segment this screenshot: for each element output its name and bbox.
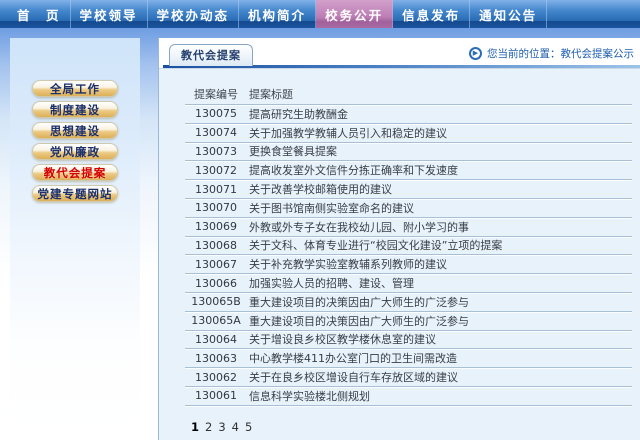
page-number-4[interactable]: 4 <box>232 420 239 434</box>
proposal-title: 外教或外专子女在我校幼儿园、附小学习的事 <box>247 219 469 235</box>
proposal-id: 130064 <box>185 333 247 346</box>
proposal-id: 130063 <box>185 352 247 365</box>
proposal-id: 130065B <box>185 295 247 308</box>
proposal-table-panel: 提案编号 提案标题 130075提高研究生助教酬金130074关于加强教学教辅人… <box>159 68 640 440</box>
table-row[interactable]: 130069外教或外专子女在我校幼儿园、附小学习的事 <box>185 218 632 237</box>
nav-item-1[interactable]: 首 页 <box>8 0 71 28</box>
nav-item-7[interactable]: 通知公告 <box>470 0 547 28</box>
table-row[interactable]: 130072提高收发室外文信件分拣正确率和下发速度 <box>185 161 632 180</box>
proposal-title: 关于在良乡校区增设自行车存放区域的建议 <box>247 369 458 385</box>
sidebar-button-1[interactable]: 全局工作 <box>32 80 118 97</box>
proposal-title: 中心教学楼411办公室门口的卫生间需改造 <box>247 350 457 366</box>
proposal-id: 130067 <box>185 258 247 271</box>
proposal-table: 提案编号 提案标题 130075提高研究生助教酬金130074关于加强教学教辅人… <box>185 84 632 406</box>
sidebar-button-2[interactable]: 制度建设 <box>32 101 118 118</box>
table-row[interactable]: 130065A重大建设项目的决策因由广大师生的广泛参与 <box>185 312 632 331</box>
pagination: 12345 <box>191 420 640 434</box>
proposal-title: 提高研究生助教酬金 <box>247 106 348 122</box>
proposal-id: 130065A <box>185 314 247 327</box>
sidebar-button-3[interactable]: 思想建设 <box>32 122 118 139</box>
proposal-title: 关于加强教学教辅人员引入和稳定的建议 <box>247 125 447 141</box>
tab-proposal-list[interactable]: 教代会提案 <box>169 44 253 66</box>
proposal-title: 关于图书馆南侧实验室命名的建议 <box>247 200 414 216</box>
proposal-id: 130072 <box>185 164 247 177</box>
page-number-1[interactable]: 1 <box>191 420 199 434</box>
proposal-title: 重大建设项目的决策因由广大师生的广泛参与 <box>247 294 469 310</box>
table-row[interactable]: 130074关于加强教学教辅人员引入和稳定的建议 <box>185 124 632 143</box>
table-row[interactable]: 130067关于补充教学实验室教辅系列教师的建议 <box>185 255 632 274</box>
table-row[interactable]: 130073更换食堂餐具提案 <box>185 143 632 162</box>
proposal-title: 关于增设良乡校区教学楼休息室的建议 <box>247 331 436 347</box>
proposal-title: 关于改善学校邮箱使用的建议 <box>247 181 392 197</box>
column-header-proposal-title: 提案标题 <box>247 86 293 102</box>
sidebar-button-6[interactable]: 党建专题网站 <box>32 185 118 202</box>
page-number-5[interactable]: 5 <box>245 420 252 434</box>
table-row[interactable]: 130068关于文科、体育专业进行“校园文化建设”立项的提案 <box>185 237 632 256</box>
nav-item-4[interactable]: 机构简介 <box>239 0 316 28</box>
nav-item-5[interactable]: 校务公开 <box>316 0 393 28</box>
proposal-id: 130069 <box>185 220 247 233</box>
proposal-id: 130062 <box>185 371 247 384</box>
proposal-id: 130074 <box>185 126 247 139</box>
sidebar: 全局工作制度建设思想建设党风廉政教代会提案党建专题网站 <box>10 38 140 434</box>
table-header-row: 提案编号 提案标题 <box>185 84 632 105</box>
table-row[interactable]: 130066加强实验人员的招聘、建设、管理 <box>185 274 632 293</box>
table-row[interactable]: 130064关于增设良乡校区教学楼休息室的建议 <box>185 331 632 350</box>
sidebar-button-5[interactable]: 教代会提案 <box>32 164 118 181</box>
table-row[interactable]: 130063中心教学楼411办公室门口的卫生间需改造 <box>185 349 632 368</box>
proposal-title: 提高收发室外文信件分拣正确率和下发速度 <box>247 162 458 178</box>
proposal-id: 130066 <box>185 277 247 290</box>
column-header-proposal-id: 提案编号 <box>185 86 247 102</box>
proposal-title: 信息科学实验楼北侧规划 <box>247 388 370 404</box>
proposal-title: 关于文科、体育专业进行“校园文化建设”立项的提案 <box>247 237 502 253</box>
nav-item-3[interactable]: 学校办动态 <box>148 0 240 28</box>
proposal-id: 130068 <box>185 239 247 252</box>
proposal-title: 加强实验人员的招聘、建设、管理 <box>247 275 414 291</box>
proposal-id: 130061 <box>185 389 247 402</box>
nav-item-2[interactable]: 学校领导 <box>71 0 148 28</box>
proposal-title: 重大建设项目的决策因由广大师生的广泛参与 <box>247 313 469 329</box>
proposal-title: 更换食堂餐具提案 <box>247 143 337 159</box>
table-row[interactable]: 130065B重大建设项目的决策因由广大师生的广泛参与 <box>185 293 632 312</box>
page-number-2[interactable]: 2 <box>205 420 212 434</box>
proposal-id: 130073 <box>185 145 247 158</box>
sidebar-button-4[interactable]: 党风廉政 <box>32 143 118 160</box>
table-row[interactable]: 130061信息科学实验楼北侧规划 <box>185 387 632 406</box>
proposal-id: 130075 <box>185 107 247 120</box>
breadcrumb: ▶ 您当前的位置：教代会提案公示 <box>469 46 634 61</box>
location-arrow-icon: ▶ <box>469 47 482 60</box>
breadcrumb-text: 您当前的位置：教代会提案公示 <box>487 46 634 61</box>
proposal-id: 130070 <box>185 201 247 214</box>
table-row[interactable]: 130062关于在良乡校区增设自行车存放区域的建议 <box>185 368 632 387</box>
table-row[interactable]: 130075提高研究生助教酬金 <box>185 105 632 124</box>
page-number-3[interactable]: 3 <box>218 420 225 434</box>
nav-item-6[interactable]: 信息发布 <box>393 0 470 28</box>
proposal-id: 130071 <box>185 183 247 196</box>
table-row[interactable]: 130070关于图书馆南侧实验室命名的建议 <box>185 199 632 218</box>
content-area: 教代会提案 ▶ 您当前的位置：教代会提案公示 提案编号 提案标题 130075提… <box>158 38 640 440</box>
page-background: 全局工作制度建设思想建设党风廉政教代会提案党建专题网站 教代会提案 ▶ 您当前的… <box>0 28 640 440</box>
top-navbar: 首 页学校领导学校办动态机构简介校务公开信息发布通知公告 <box>0 0 640 28</box>
sidebar-button-list: 全局工作制度建设思想建设党风廉政教代会提案党建专题网站 <box>10 38 140 206</box>
content-header: 教代会提案 ▶ 您当前的位置：教代会提案公示 <box>159 38 640 68</box>
proposal-title: 关于补充教学实验室教辅系列教师的建议 <box>247 256 447 272</box>
table-row[interactable]: 130071关于改善学校邮箱使用的建议 <box>185 180 632 199</box>
